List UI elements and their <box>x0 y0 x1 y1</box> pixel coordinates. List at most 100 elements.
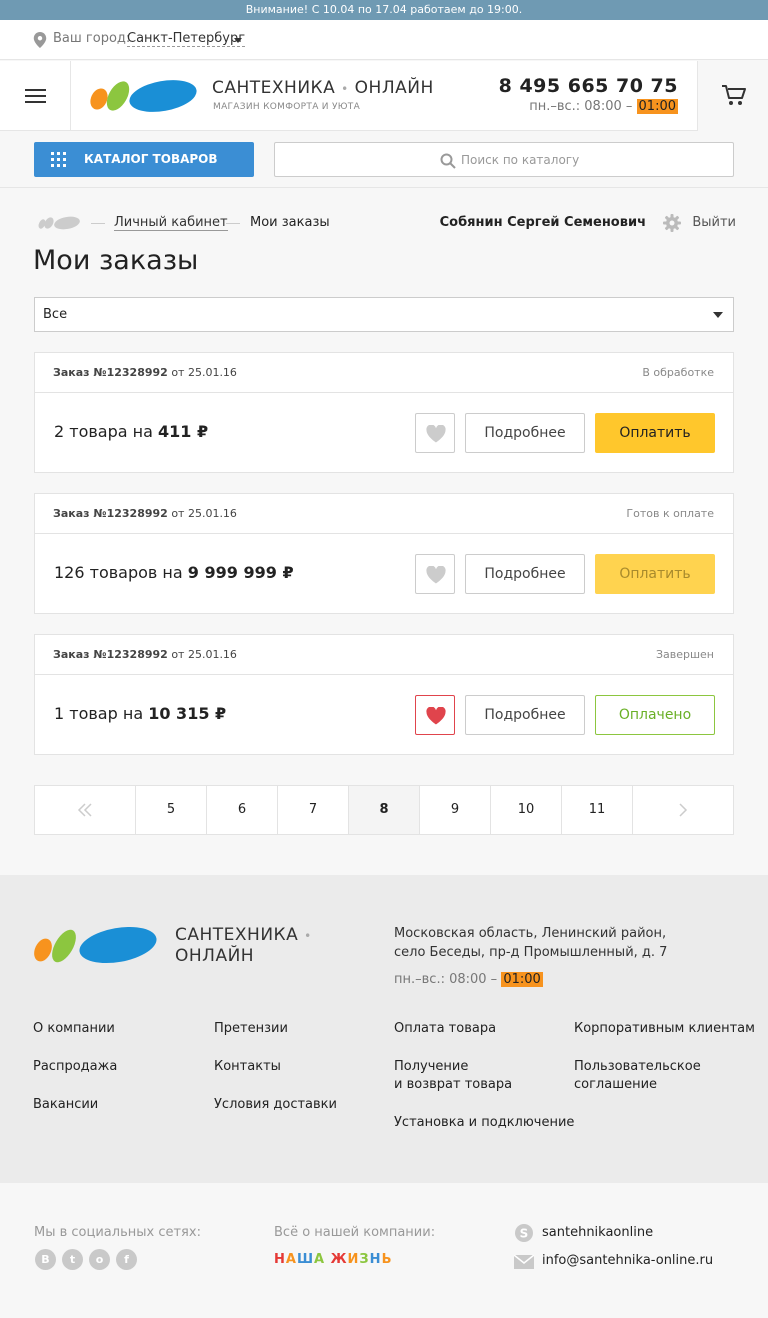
breadcrumb-account[interactable]: Личный кабинет <box>114 215 228 231</box>
link-line: и возврат товара <box>394 1077 513 1092</box>
order-number-line: Заказ №12328992 от 25.01.16 <box>53 366 237 379</box>
hours-prefix: пн.–вс.: 08:00 – <box>529 99 633 114</box>
footer-link-corporate[interactable]: Корпоративным клиентам <box>574 1020 755 1038</box>
footer-link-receipt[interactable]: Получение и возврат товара <box>394 1058 512 1094</box>
search-input[interactable] <box>461 151 721 169</box>
work-hours: пн.–вс.: 08:00 – 01:00 <box>529 99 678 114</box>
order-total: 411 ₽ <box>158 422 209 441</box>
hours-prefix: пн.–вс.: 08:00 – <box>394 972 498 987</box>
footer-link-about[interactable]: О компании <box>33 1020 115 1038</box>
catalog-button[interactable]: КАТАЛОГ ТОВАРОВ <box>34 142 254 177</box>
pagination-page[interactable]: 11 <box>562 786 633 834</box>
pagination-next[interactable] <box>633 786 733 834</box>
brand-name: САНТЕХНИКА • ОНЛАЙН <box>212 78 434 98</box>
chevron-down-icon <box>713 312 723 318</box>
order-date: от 25.01.16 <box>171 366 237 379</box>
pagination-first[interactable] <box>35 786 136 834</box>
footer-link-agreement[interactable]: Пользовательское соглашение <box>574 1058 701 1094</box>
city-selector[interactable]: Санкт-Петербург <box>127 31 246 47</box>
nasha-letter: А <box>285 1252 297 1267</box>
nasha-letter: Н <box>274 1252 286 1267</box>
order-items: 1 товар на <box>54 704 144 723</box>
skype-contact[interactable]: santehnikaonline <box>542 1225 653 1240</box>
pay-button[interactable]: Оплатить <box>595 554 715 594</box>
order-card: Заказ №12328992 от 25.01.16 В обработке … <box>34 352 734 473</box>
nasha-letter: Ь <box>381 1252 393 1267</box>
nasha-letter: И <box>347 1252 360 1267</box>
cart-button[interactable] <box>697 61 768 131</box>
mail-icon <box>514 1255 534 1269</box>
brand-tagline: МАГАЗИН КОМФОРТА И УЮТА <box>213 102 361 112</box>
grid-icon <box>51 152 66 167</box>
phone-number[interactable]: 8 495 665 70 75 <box>499 75 678 97</box>
footer-link-contacts[interactable]: Контакты <box>214 1058 281 1076</box>
order-date: от 25.01.16 <box>171 648 237 661</box>
home-logo-icon[interactable] <box>38 216 80 230</box>
pagination-page[interactable]: 9 <box>420 786 491 834</box>
order-header: Заказ №12328992 от 25.01.16 Готов к опла… <box>35 494 733 534</box>
pagination-page[interactable]: 5 <box>136 786 207 834</box>
footer-link-delivery[interactable]: Условия доставки <box>214 1096 337 1114</box>
pagination-page[interactable]: 6 <box>207 786 278 834</box>
site-header: САНТЕХНИКА • ОНЛАЙН МАГАЗИН КОМФОРТА И У… <box>0 61 768 131</box>
order-number: Заказ №12328992 <box>53 648 168 661</box>
page-title: Мои заказы <box>33 245 199 276</box>
brand-sub: ОНЛАЙН <box>354 78 434 98</box>
company-label: Всё о нашей компании: <box>274 1225 436 1240</box>
chevron-right-icon <box>679 803 688 817</box>
cart-icon <box>722 85 746 105</box>
footer-logo[interactable] <box>34 925 160 967</box>
filter-value: Все <box>43 307 68 322</box>
city-bar: Ваш город: Санкт-Петербург <box>0 20 768 60</box>
social-label: Мы в социальных сетях: <box>34 1225 201 1240</box>
twitter-icon[interactable]: t <box>62 1249 83 1270</box>
nasha-letter: З <box>359 1252 370 1267</box>
footer-link-install[interactable]: Установка и подключение <box>394 1114 574 1132</box>
pagination-page-current[interactable]: 8 <box>349 786 420 834</box>
footer-link-payment[interactable]: Оплата товара <box>394 1020 496 1038</box>
address-line: село Беседы, пр-д Промышленный, д. 7 <box>394 945 668 960</box>
gear-icon[interactable] <box>663 214 681 232</box>
order-number-line: Заказ №12328992 от 25.01.16 <box>53 648 237 661</box>
vk-icon[interactable]: В <box>35 1249 56 1270</box>
footer-link-vacancies[interactable]: Вакансии <box>33 1096 98 1114</box>
email-contact[interactable]: info@santehnika-online.ru <box>542 1253 713 1268</box>
odnoklassniki-icon[interactable]: о <box>89 1249 110 1270</box>
order-summary: 126 товаров на 9 999 999 ₽ <box>54 563 294 582</box>
paid-status-button[interactable]: Оплачено <box>595 695 715 735</box>
brand-logo[interactable] <box>90 77 200 115</box>
brand-dot: • <box>341 82 349 96</box>
menu-button[interactable] <box>0 61 71 131</box>
favorite-button[interactable] <box>415 554 455 594</box>
details-button[interactable]: Подробнее <box>465 554 585 594</box>
hours-end: 01:00 <box>501 972 543 987</box>
details-button[interactable]: Подробнее <box>465 413 585 453</box>
footer-link-sale[interactable]: Распродажа <box>33 1058 117 1076</box>
pagination-page[interactable]: 10 <box>491 786 562 834</box>
order-number: Заказ №12328992 <box>53 366 168 379</box>
order-card: Заказ №12328992 от 25.01.16 Готов к опла… <box>34 493 734 614</box>
order-number: Заказ №12328992 <box>53 507 168 520</box>
favorite-button[interactable] <box>415 413 455 453</box>
facebook-icon[interactable]: f <box>116 1249 137 1270</box>
user-name[interactable]: Собянин Сергей Семенович <box>440 215 646 230</box>
heart-icon <box>426 707 446 725</box>
pay-button[interactable]: Оплатить <box>595 413 715 453</box>
order-status: В обработке <box>642 366 714 379</box>
link-line: Пользовательское <box>574 1059 701 1074</box>
footer-brand-main: САНТЕХНИКА <box>175 925 299 945</box>
search-box[interactable] <box>274 142 734 177</box>
order-filter-select[interactable]: Все <box>34 297 734 332</box>
logout-link[interactable]: Выйти <box>692 215 736 230</box>
link-line: Получение <box>394 1059 469 1074</box>
footer-link-claims[interactable]: Претензии <box>214 1020 288 1038</box>
order-status: Завершен <box>655 648 714 661</box>
nasha-letter: А <box>314 1252 326 1267</box>
chevron-down-icon[interactable] <box>234 38 242 43</box>
order-header: Заказ №12328992 от 25.01.16 Завершен <box>35 635 733 675</box>
order-items: 126 товаров на <box>54 563 183 582</box>
pagination-page[interactable]: 7 <box>278 786 349 834</box>
nasha-zhizn-logo[interactable]: НАША ЖИЗНЬ <box>274 1252 392 1267</box>
favorite-button[interactable] <box>415 695 455 735</box>
details-button[interactable]: Подробнее <box>465 695 585 735</box>
